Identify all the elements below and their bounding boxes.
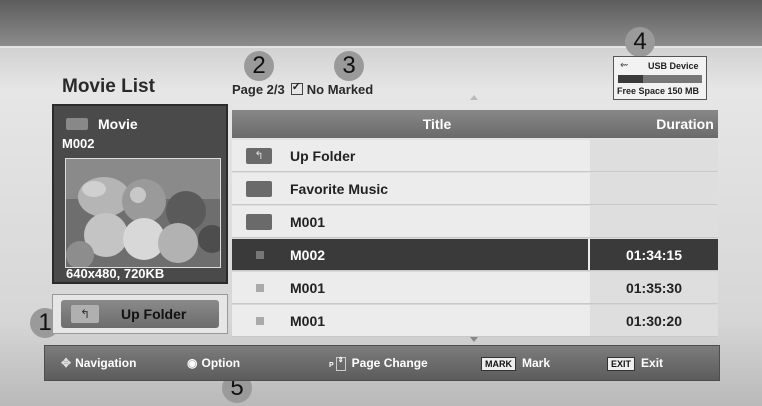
movie-list-screen: Movie List Page 2/3No Marked 2 3 4 1 5 ⇜…: [0, 0, 762, 406]
list-item-selected[interactable]: M002 01:34:15: [232, 239, 718, 271]
exit-hint[interactable]: EXIT Exit: [607, 356, 663, 371]
checkbox-icon: [290, 80, 303, 95]
row-title: M001: [290, 313, 326, 329]
movie-file-icon: [256, 317, 264, 325]
row-title-cell: ↰ Up Folder: [232, 140, 588, 171]
navigation-label: Navigation: [75, 356, 137, 370]
movie-file-icon: [256, 284, 264, 292]
row-title: Up Folder: [290, 148, 356, 164]
row-title: M001: [290, 214, 326, 230]
list-item-movie[interactable]: M001 01:30:20: [232, 305, 718, 337]
bottom-guide-bar: ✥ Navigation ◉ Option P⇕ Page Change MARK Ma…: [44, 345, 720, 381]
callout-3: 3: [334, 51, 364, 81]
preview-panel: Movie M002 640x480, 720KB: [52, 104, 228, 284]
storage-used-fill: [618, 75, 644, 83]
up-folder-button-face[interactable]: ↰ Up Folder: [61, 300, 219, 328]
preview-thumbnail: [65, 158, 221, 268]
usb-device-panel: ⇜ USB Device Free Space 150 MB: [613, 56, 707, 100]
list-item-movie[interactable]: M001 01:35:30: [232, 272, 718, 304]
mark-key-icon: MARK: [481, 357, 516, 371]
column-title-header: Title: [422, 116, 452, 132]
column-duration-header: Duration: [656, 116, 714, 132]
row-duration: 01:34:15: [625, 247, 682, 263]
exit-key-icon: EXIT: [607, 357, 636, 371]
row-title: Favorite Music: [290, 181, 389, 197]
option-label: Option: [201, 356, 241, 370]
scroll-down-arrow-icon[interactable]: [470, 337, 478, 342]
row-duration: 01:30:20: [625, 313, 682, 329]
page-key-label: P: [329, 362, 334, 369]
navigation-arrows-icon: ✥: [61, 356, 72, 370]
free-space-label: Free Space 150 MB: [617, 86, 700, 96]
preview-name: M002: [62, 136, 95, 151]
row-title-cell: M001: [232, 206, 588, 237]
scroll-up-arrow-icon[interactable]: [470, 95, 478, 100]
up-folder-button-label: Up Folder: [121, 306, 187, 322]
page-title: Movie List: [62, 76, 155, 97]
movie-icon: [66, 118, 88, 130]
row-title-cell: Favorite Music: [232, 173, 588, 204]
mark-hint[interactable]: MARK Mark: [481, 356, 550, 371]
exit-label: Exit: [641, 356, 664, 370]
file-list: Title Duration ↰ Up Folder Favorite Music…: [232, 110, 718, 337]
row-duration-cell: 01:30:20: [590, 305, 718, 336]
up-folder-button[interactable]: ↰ Up Folder: [52, 294, 228, 334]
row-title: M002: [290, 247, 326, 263]
movie-file-icon: [256, 251, 264, 259]
list-item-folder[interactable]: M001: [232, 206, 718, 238]
row-duration-cell: 01:35:30: [590, 272, 718, 303]
page-indicator: Page 2/3 No Marked: [232, 80, 374, 97]
callout-2: 2: [244, 51, 274, 81]
storage-bar: [618, 75, 702, 83]
preview-resolution: 640x480, 720KB: [66, 266, 165, 281]
up-folder-icon: ↰: [246, 148, 272, 164]
folder-icon: [246, 214, 272, 230]
page-change-hint[interactable]: P⇕ Page Change: [329, 356, 428, 371]
page-up-down-icon: ⇕: [335, 356, 346, 371]
mark-label: Mark: [522, 356, 551, 370]
list-header: Title Duration: [232, 110, 718, 138]
row-duration: 01:35:30: [625, 280, 682, 296]
page-change-label: Page Change: [351, 356, 428, 370]
row-title-cell: M001: [232, 305, 588, 336]
option-hint[interactable]: ◉ Option: [187, 356, 240, 370]
up-folder-icon: ↰: [71, 305, 99, 323]
row-title-cell: M001: [232, 272, 588, 303]
navigation-hint: ✥ Navigation: [61, 356, 136, 370]
row-title: M001: [290, 280, 326, 296]
row-duration-cell: [590, 173, 718, 204]
preview-type: Movie: [98, 116, 138, 132]
folder-icon: [246, 181, 272, 197]
marked-status: No Marked: [306, 82, 374, 97]
option-button-icon: ◉: [187, 356, 198, 370]
row-duration-cell: [590, 140, 718, 171]
row-duration-cell: 01:34:15: [590, 239, 718, 270]
list-item-up-folder[interactable]: ↰ Up Folder: [232, 140, 718, 172]
list-item-folder[interactable]: Favorite Music: [232, 173, 718, 205]
row-title-cell: M002: [232, 239, 588, 270]
fruit-image: [66, 159, 220, 267]
usb-device-label: USB Device: [648, 61, 699, 71]
row-duration-cell: [590, 206, 718, 237]
usb-icon: ⇜: [620, 60, 629, 71]
page-number: Page 2/3: [232, 82, 285, 97]
callout-4: 4: [625, 27, 655, 57]
